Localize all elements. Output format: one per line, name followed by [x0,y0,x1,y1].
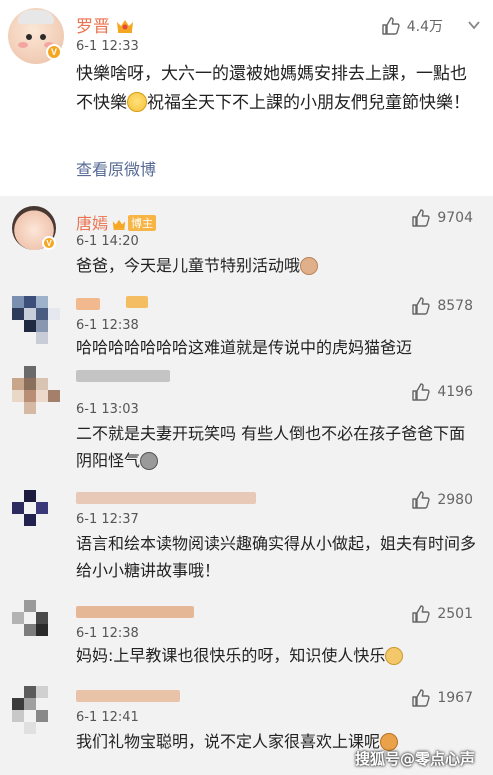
comment-item: 6-1 12:38 2501 妈妈:上早教课也很快乐的呀，知识使人快乐 [0,592,493,678]
comment-item: 6-1 13:03 4196 二不就是夫妻开玩笑吗 有些人倒也不必在孩子爸爸下面… [0,362,493,478]
comment-text: 妈妈:上早教课也很快乐的呀，知识使人快乐 [76,642,476,669]
comment-like-count: 9704 [437,210,473,226]
thumb-up-icon [412,491,431,509]
post-like-count: 4.4万 [406,19,443,35]
face-emoji-icon [140,452,159,470]
verified-icon: V [42,236,56,250]
comment-timestamp: 6-1 12:41 [76,710,139,725]
comment-item: V 唐嫣 博主 6-1 14:20 9704 爸爸，今天是儿童节特别活动哦 [0,196,493,286]
view-original-link[interactable]: 查看原微博 [76,156,156,180]
blurred-name [76,492,256,504]
comment-text: 爸爸，今天是儿童节特别活动哦 [76,252,476,279]
chevron-down-icon[interactable] [465,16,483,34]
blurred-name [76,298,100,310]
thumb-up-icon [412,297,431,315]
face-emoji-icon [300,257,319,275]
post-like-button[interactable]: 4.4万 [381,16,443,36]
thumb-up-icon [412,383,431,401]
author-name[interactable]: 罗晋 [76,12,134,37]
crown-icon [112,219,126,230]
thumb-up-icon [412,605,431,623]
thumb-up-icon [412,209,431,227]
blurred-name [76,690,180,702]
comment-like-count: 2980 [437,492,473,508]
verified-icon: V [46,44,62,60]
original-post: V 罗晋 6-1 12:33 4.4万 快樂啥呀，大六一的還被她媽媽安排去上課，… [0,0,493,196]
crown-icon [117,20,133,33]
blurred-badge [126,296,148,308]
commenter-name[interactable]: 唐嫣 博主 [76,210,157,234]
comment-like-count: 2501 [437,606,473,622]
comment-like-button[interactable]: 2501 [411,604,473,624]
comment-like-button[interactable]: 2980 [411,490,473,510]
comment-timestamp: 6-1 12:38 [76,626,139,641]
blurred-avatar[interactable] [12,490,60,538]
smile-emoji-icon [127,92,147,112]
comment-text: 哈哈哈哈哈哈哈这难道就是传说中的虎妈猫爸迈 [76,338,413,357]
comment-like-count: 4196 [437,384,473,400]
thumb-up-icon [382,17,400,35]
comment-timestamp: 6-1 13:03 [76,402,139,417]
comment-timestamp: 6-1 12:37 [76,512,139,527]
comment-like-count: 8578 [437,298,473,314]
comments-section: V 唐嫣 博主 6-1 14:20 9704 爸爸，今天是儿童节特别活动哦 6-1… [0,196,493,775]
comment-timestamp: 6-1 12:38 [76,318,139,333]
watermark: 搜狐号@零点心声 [354,750,475,768]
blurred-name [76,606,194,618]
dog-emoji-icon [385,647,404,665]
comment-like-button[interactable]: 8578 [411,296,473,316]
comment-item: 6-1 12:38 8578 哈哈哈哈哈哈哈这难道就是传说中的虎妈猫爸迈 [0,286,493,362]
thumb-up-icon [412,689,431,707]
blurred-avatar[interactable] [12,366,60,414]
blurred-name [76,370,170,382]
comment-like-button[interactable]: 9704 [411,208,473,228]
comment-text: 语言和绘本读物阅读兴趣确实得从小做起，姐夫有时间多给小小糖讲故事哦！ [76,534,477,580]
author-tag: 博主 [128,215,157,231]
blurred-avatar[interactable] [12,686,60,734]
comment-text: 二不就是夫妻开玩笑吗 有些人倒也不必在孩子爸爸下面阴阳怪气 [76,424,466,470]
post-body: 快樂啥呀，大六一的還被她媽媽安排去上課，一點也不快樂 祝福全天下不上課的小朋友們兒… [76,64,470,113]
comment-like-button[interactable]: 1967 [411,688,473,708]
comment-timestamp: 6-1 14:20 [76,234,139,249]
blurred-avatar[interactable] [12,600,60,648]
comment-item: 6-1 12:37 2980 语言和绘本读物阅读兴趣确实得从小做起，姐夫有时间多… [0,478,493,592]
comment-like-count: 1967 [437,690,473,706]
blurred-avatar[interactable] [12,296,60,344]
post-timestamp: 6-1 12:33 [76,39,139,54]
comment-like-button[interactable]: 4196 [411,382,473,402]
